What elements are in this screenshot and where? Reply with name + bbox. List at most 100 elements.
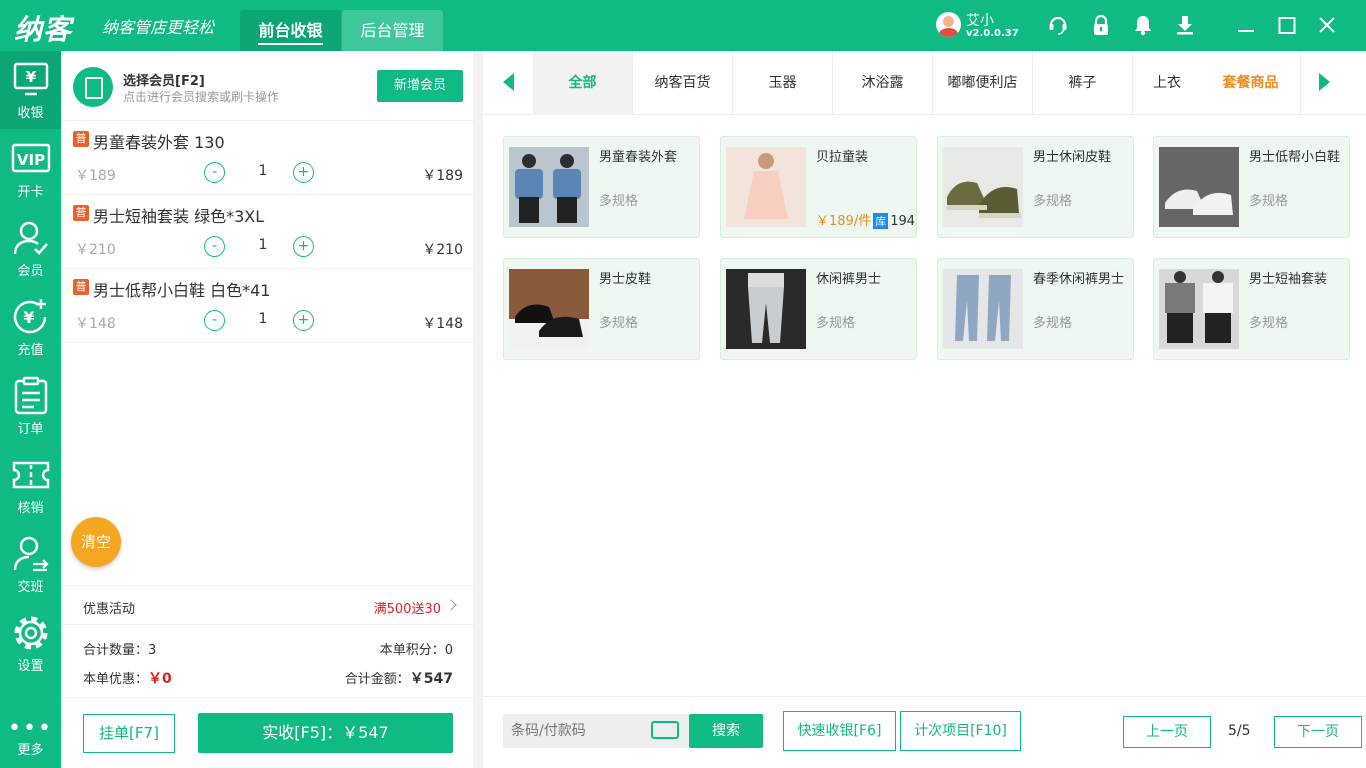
svg-text:¥: ¥ xyxy=(26,68,37,86)
item-price: ￥210 xyxy=(75,242,116,258)
next-page-button[interactable]: 下一页 xyxy=(1274,716,1362,748)
app-logo: 纳客 xyxy=(14,13,73,46)
ticket-icon xyxy=(12,461,50,489)
nav-order[interactable]: 订单 xyxy=(0,367,61,445)
cart-item[interactable]: 普 男士低帮小白鞋 白色*41 ￥148 - 1 + ￥148 xyxy=(63,269,473,343)
minimize-icon[interactable] xyxy=(1236,14,1256,36)
item-quantity[interactable]: 1 xyxy=(253,237,273,253)
promotion-label: 优惠活动 xyxy=(83,602,136,617)
more-dots-icon: ••• xyxy=(8,716,53,741)
product-card[interactable]: 春季休闲裤男士 多规格 xyxy=(937,258,1134,360)
nav-writeoff[interactable]: 核销 xyxy=(0,446,61,524)
category-item[interactable]: 裤子 xyxy=(1033,51,1133,115)
item-price: ￥189 xyxy=(75,168,116,184)
minus-button[interactable]: - xyxy=(204,310,225,331)
product-name: 男童春装外套 xyxy=(599,150,678,165)
quick-cashier-button[interactable]: 快速收银[F6] xyxy=(783,711,896,751)
add-member-button[interactable]: 新增会员 xyxy=(377,70,463,102)
member-select[interactable]: 选择会员[F2] 点击进行会员搜索或刷卡操作 新增会员 xyxy=(63,51,473,121)
nav-more[interactable]: ••• 更多 xyxy=(0,716,61,759)
product-name: 春季休闲裤男士 xyxy=(1033,272,1125,287)
product-card[interactable]: 男士短袖套装 多规格 xyxy=(1153,258,1350,360)
item-total: ￥210 xyxy=(422,242,463,258)
stock-badge: 库 xyxy=(873,213,889,229)
product-image xyxy=(943,269,1023,349)
product-card[interactable]: 男士低帮小白鞋 多规格 xyxy=(1153,136,1350,238)
item-price: ￥148 xyxy=(75,316,116,332)
nav-member[interactable]: 会员 xyxy=(0,209,61,287)
bell-icon[interactable] xyxy=(1133,14,1153,36)
product-spec: 多规格 xyxy=(599,316,639,331)
item-quantity[interactable]: 1 xyxy=(253,311,273,327)
vip-card-icon: VIP xyxy=(11,143,51,173)
category-item[interactable]: 玉器 xyxy=(733,51,833,115)
product-name: 贝拉童装 xyxy=(816,150,869,165)
keyboard-icon[interactable] xyxy=(651,721,679,739)
plus-button[interactable]: + xyxy=(293,162,314,183)
category-combo[interactable]: 套餐商品 xyxy=(1201,51,1301,115)
promotion-row[interactable]: 优惠活动 满500送30 xyxy=(63,585,473,625)
search-button[interactable]: 搜索 xyxy=(689,714,763,748)
tab-front-cashier[interactable]: 前台收银 xyxy=(240,10,341,51)
tab-back-office[interactable]: 后台管理 xyxy=(342,10,443,51)
cart-item[interactable]: 普 男童春装外套 130 ￥189 - 1 + ￥189 xyxy=(63,121,473,195)
hang-order-button[interactable]: 挂单[F7] xyxy=(83,714,175,753)
product-name: 休闲裤男士 xyxy=(816,272,882,287)
member-subtitle: 点击进行会员搜索或刷卡操作 xyxy=(123,90,280,104)
cashier-icon: ¥ xyxy=(13,62,49,96)
chevron-right-icon xyxy=(445,599,457,611)
member-icon xyxy=(13,221,48,255)
product-image xyxy=(726,269,806,349)
minus-button[interactable]: - xyxy=(204,162,225,183)
product-name: 男士低帮小白鞋 xyxy=(1249,150,1341,165)
total-quantity: 合计数量：3 xyxy=(83,643,157,658)
nav-open-card[interactable]: VIP 开卡 xyxy=(0,130,61,208)
next-category-icon[interactable] xyxy=(1319,73,1330,91)
prev-page-button[interactable]: 上一页 xyxy=(1123,716,1211,748)
left-nav: ¥ 收银 VIP 开卡 会员 ¥ 充值 订单 核销 交班 设置 ••• 更多 xyxy=(0,51,61,768)
plus-button[interactable]: + xyxy=(293,236,314,257)
nav-shift[interactable]: 交班 xyxy=(0,525,61,603)
order-points: 本单积分：0 xyxy=(379,643,453,658)
plus-button[interactable]: + xyxy=(293,310,314,331)
checkout-button[interactable]: 实收[F5]：￥547 xyxy=(198,713,453,753)
product-spec: 多规格 xyxy=(1249,316,1289,331)
download-icon[interactable] xyxy=(1175,14,1195,36)
product-image xyxy=(1159,269,1239,349)
count-project-button[interactable]: 计次项目[F10] xyxy=(900,711,1021,751)
product-spec: 多规格 xyxy=(1033,316,1073,331)
product-card[interactable]: 男士皮鞋 多规格 xyxy=(503,258,700,360)
maximize-icon[interactable] xyxy=(1277,14,1297,36)
nav-settings[interactable]: 设置 xyxy=(0,604,61,682)
category-bar: 全部 纳客百货 玉器 沐浴露 嘟嘟便利店 裤子 上衣 套餐商品 xyxy=(483,51,1366,115)
cart-item[interactable]: 普 男士短袖套装 绿色*3XL ￥210 - 1 + ￥210 xyxy=(63,195,473,269)
product-area: 全部 纳客百货 玉器 沐浴露 嘟嘟便利店 裤子 上衣 套餐商品 男童春装外套 多… xyxy=(483,51,1366,768)
item-quantity[interactable]: 1 xyxy=(253,163,273,179)
category-all[interactable]: 全部 xyxy=(533,51,633,115)
product-card[interactable]: 休闲裤男士 多规格 xyxy=(720,258,917,360)
svg-text:¥: ¥ xyxy=(23,308,34,327)
product-card[interactable]: 男童春装外套 多规格 xyxy=(503,136,700,238)
category-item[interactable]: 上衣 xyxy=(1133,51,1201,115)
product-name: 男士皮鞋 xyxy=(599,272,652,287)
category-item[interactable]: 嘟嘟便利店 xyxy=(933,51,1033,115)
product-card[interactable]: 贝拉童装 ￥189/件库 194 xyxy=(720,136,917,238)
lock-icon[interactable] xyxy=(1091,14,1111,36)
prev-category-icon[interactable] xyxy=(503,73,514,91)
close-icon[interactable] xyxy=(1317,14,1337,36)
normal-badge: 普 xyxy=(73,131,89,147)
clear-cart-button[interactable]: 清空 xyxy=(71,517,121,567)
item-name: 男士低帮小白鞋 白色*41 xyxy=(93,281,271,300)
nav-cashier[interactable]: ¥ 收银 xyxy=(0,51,61,129)
page-indicator: 5/5 xyxy=(1228,723,1251,739)
category-item[interactable]: 沐浴露 xyxy=(833,51,933,115)
product-card[interactable]: 男士休闲皮鞋 多规格 xyxy=(937,136,1134,238)
headset-icon[interactable] xyxy=(1048,14,1068,36)
shift-icon xyxy=(13,536,49,572)
product-image xyxy=(1159,147,1239,227)
minus-button[interactable]: - xyxy=(204,236,225,257)
nav-recharge[interactable]: ¥ 充值 xyxy=(0,288,61,366)
order-discount: 本单优惠：￥0 xyxy=(83,671,172,687)
item-name: 男童春装外套 130 xyxy=(93,133,225,152)
category-item[interactable]: 纳客百货 xyxy=(633,51,733,115)
